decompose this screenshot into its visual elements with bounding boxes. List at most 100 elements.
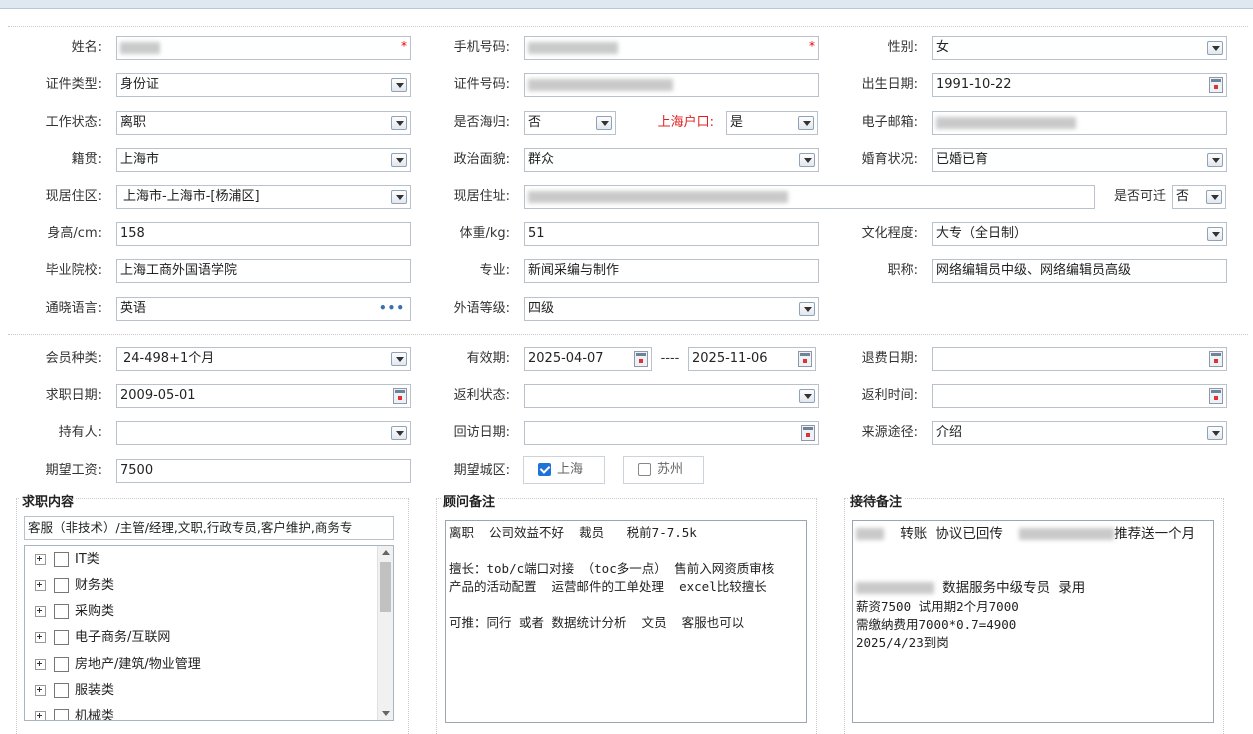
redacted-text bbox=[856, 528, 884, 540]
education-select[interactable]: 大专（全日制） bbox=[932, 222, 1227, 246]
expand-icon[interactable] bbox=[35, 659, 46, 670]
hukou-select[interactable]: 是 bbox=[726, 111, 818, 135]
expand-icon[interactable] bbox=[35, 606, 46, 617]
chevron-down-icon[interactable] bbox=[1207, 426, 1223, 440]
holder-label: 持有人: bbox=[58, 425, 102, 440]
birth-date-label: 出生日期: bbox=[861, 77, 918, 92]
school-label: 毕业院校: bbox=[45, 263, 102, 278]
salary-field[interactable]: 7500 bbox=[116, 459, 411, 483]
checkbox-icon[interactable] bbox=[54, 630, 69, 645]
tree-item[interactable]: 电子商务/互联网 bbox=[35, 629, 170, 647]
checkbox-icon[interactable] bbox=[54, 578, 69, 593]
chevron-down-icon[interactable] bbox=[391, 153, 407, 167]
chevron-down-icon[interactable] bbox=[1207, 227, 1223, 241]
chevron-down-icon[interactable] bbox=[391, 190, 407, 204]
id-type-select[interactable]: 身份证 bbox=[116, 73, 411, 97]
job-category-tree[interactable]: IT类 财务类 采购类 电子商务/互联网 房地产/建筑/物业管理 服装类 机械类 bbox=[24, 545, 394, 721]
tree-item[interactable]: 机械类 bbox=[35, 708, 114, 720]
expand-icon[interactable] bbox=[35, 580, 46, 591]
job-content-summary[interactable]: 客服（非技术）/主管/经理,文职,行政专员,客户维护,商务专 bbox=[24, 516, 394, 540]
residence-address-field[interactable] bbox=[524, 185, 1095, 209]
chevron-down-icon[interactable] bbox=[799, 389, 815, 403]
expand-icon[interactable] bbox=[35, 554, 46, 565]
residence-address-label: 现居住址: bbox=[453, 189, 510, 204]
chevron-down-icon[interactable] bbox=[798, 116, 814, 130]
calendar-icon[interactable] bbox=[634, 351, 648, 367]
political-select[interactable]: 群众 bbox=[524, 148, 819, 172]
calendar-icon[interactable] bbox=[1209, 388, 1223, 404]
commute-select[interactable]: 否 bbox=[1172, 185, 1226, 209]
checkbox-icon[interactable] bbox=[54, 552, 69, 567]
refund-date-label: 退费日期: bbox=[861, 351, 918, 366]
chevron-down-icon[interactable] bbox=[1206, 190, 1222, 204]
title-field[interactable]: 网络编辑员中级、网络编辑员高级 bbox=[932, 259, 1227, 283]
tree-item[interactable]: 房地产/建筑/物业管理 bbox=[35, 656, 201, 674]
residence-area-select[interactable]: 上海市-上海市-[杨浦区] bbox=[116, 185, 411, 209]
expand-icon[interactable] bbox=[35, 711, 46, 720]
checkbox-icon[interactable] bbox=[54, 683, 69, 698]
job-date-field[interactable]: 2009-05-01 bbox=[116, 384, 411, 408]
checkbox-checked-icon[interactable] bbox=[538, 463, 551, 476]
birth-date-field[interactable]: 1991-10-22 bbox=[932, 73, 1227, 97]
phone-field[interactable]: * bbox=[524, 36, 819, 60]
chevron-down-icon[interactable] bbox=[799, 153, 815, 167]
calendar-icon[interactable] bbox=[798, 351, 812, 367]
languages-field[interactable]: 英语 ••• bbox=[116, 297, 411, 321]
chevron-down-icon[interactable] bbox=[799, 302, 815, 316]
weight-field[interactable]: 51 bbox=[524, 222, 819, 246]
calendar-icon[interactable] bbox=[1209, 77, 1223, 93]
refund-date-field[interactable] bbox=[932, 347, 1227, 371]
city-option-shanghai[interactable]: 上海 bbox=[523, 456, 605, 484]
checkbox-icon[interactable] bbox=[54, 709, 69, 720]
chevron-down-icon[interactable] bbox=[1207, 153, 1223, 167]
chevron-down-icon[interactable] bbox=[391, 78, 407, 92]
marital-select[interactable]: 已婚已育 bbox=[932, 148, 1227, 172]
native-place-select[interactable]: 上海市 bbox=[116, 148, 411, 172]
calendar-icon[interactable] bbox=[801, 425, 815, 441]
checkbox-icon[interactable] bbox=[54, 604, 69, 619]
tree-item[interactable]: 财务类 bbox=[35, 577, 114, 595]
tree-item[interactable]: 采购类 bbox=[35, 603, 114, 621]
rebate-time-field[interactable] bbox=[932, 384, 1227, 408]
expand-icon[interactable] bbox=[35, 685, 46, 696]
lang-level-select[interactable]: 四级 bbox=[524, 297, 819, 321]
expand-icon[interactable] bbox=[35, 632, 46, 643]
calendar-icon[interactable] bbox=[1209, 351, 1223, 367]
rebate-status-select[interactable] bbox=[524, 384, 819, 408]
calendar-icon[interactable] bbox=[393, 388, 407, 404]
email-label: 电子邮箱: bbox=[861, 115, 918, 130]
scroll-thumb[interactable] bbox=[380, 562, 391, 612]
chevron-down-icon[interactable] bbox=[391, 116, 407, 130]
school-field[interactable]: 上海工商外国语学院 bbox=[116, 259, 411, 283]
advisor-note-title: 顾问备注 bbox=[441, 491, 498, 510]
checkbox-icon[interactable] bbox=[638, 463, 651, 476]
email-field[interactable] bbox=[932, 111, 1227, 135]
scroll-up-icon[interactable] bbox=[382, 550, 390, 555]
scrollbar[interactable] bbox=[377, 546, 393, 720]
scroll-down-icon[interactable] bbox=[382, 711, 390, 716]
height-field[interactable]: 158 bbox=[116, 222, 411, 246]
returnee-select[interactable]: 否 bbox=[524, 111, 616, 135]
advisor-note-textarea[interactable]: 离职 公司效益不好 裁员 税前7-7.5k 擅长：tob/c端口对接 （toc多… bbox=[445, 520, 807, 723]
validity-from-field[interactable]: 2025-04-07 bbox=[524, 347, 652, 371]
checkbox-icon[interactable] bbox=[54, 657, 69, 672]
name-field[interactable]: * bbox=[116, 36, 411, 60]
chevron-down-icon[interactable] bbox=[596, 116, 612, 130]
validity-to-field[interactable]: 2025-11-06 bbox=[688, 347, 816, 371]
major-field[interactable]: 新闻采编与制作 bbox=[524, 259, 819, 283]
city-option-suzhou[interactable]: 苏州 bbox=[623, 456, 704, 484]
chevron-down-icon[interactable] bbox=[1207, 41, 1223, 55]
reception-note-textarea[interactable]: 转账 协议已回传 推荐送一个月 数据服务中级专员 录用 薪资7500 试用期2个… bbox=[852, 520, 1214, 723]
revisit-date-field[interactable] bbox=[524, 421, 819, 445]
gender-select[interactable]: 女 bbox=[932, 36, 1227, 60]
tree-item[interactable]: 服装类 bbox=[35, 682, 114, 700]
more-icon[interactable]: ••• bbox=[379, 302, 405, 314]
source-select[interactable]: 介绍 bbox=[932, 421, 1227, 445]
holder-select[interactable] bbox=[116, 421, 411, 445]
chevron-down-icon[interactable] bbox=[391, 426, 407, 440]
id-number-field[interactable] bbox=[524, 73, 819, 97]
work-status-select[interactable]: 离职 bbox=[116, 111, 411, 135]
chevron-down-icon[interactable] bbox=[391, 352, 407, 366]
member-type-select[interactable]: 24-498+1个月 bbox=[116, 347, 411, 371]
tree-item[interactable]: IT类 bbox=[35, 551, 100, 569]
